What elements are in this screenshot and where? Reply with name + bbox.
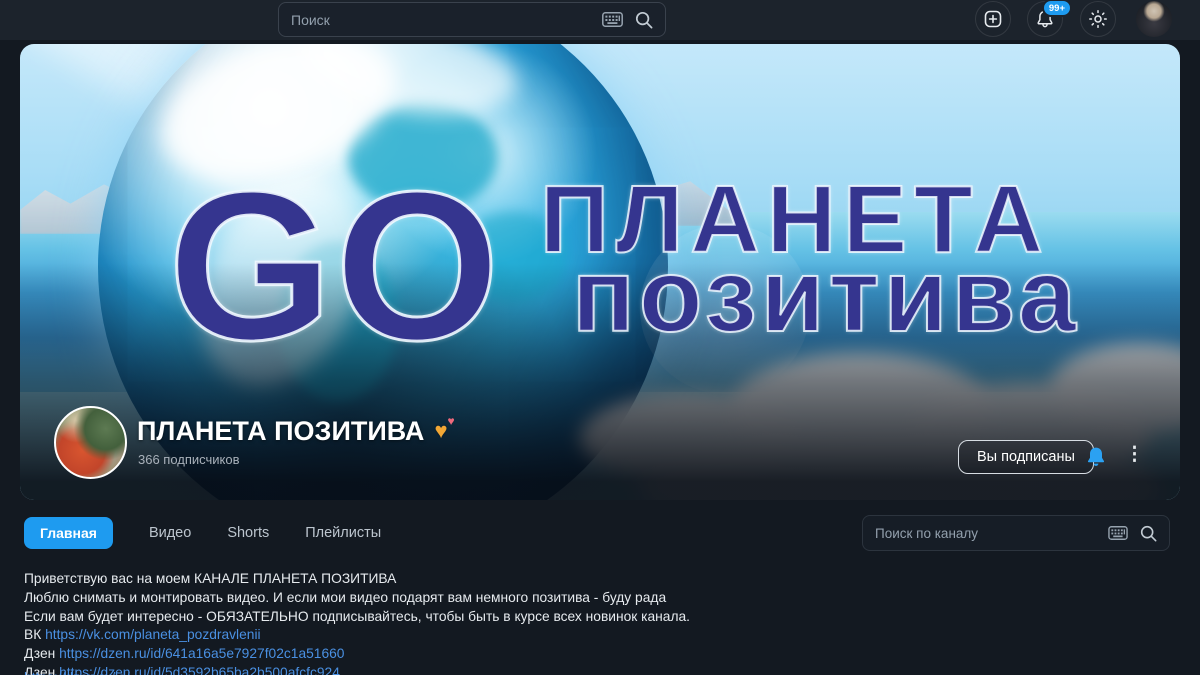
user-avatar[interactable] xyxy=(1136,1,1172,37)
description-line-dzen: Дзен https://dzen.ru/id/641a16a5e7927f02… xyxy=(24,645,690,664)
channel-name-row: ПЛАНЕТА ПОЗИТИВА ♥ ♥ xyxy=(137,413,460,447)
global-search-placeholder: Поиск xyxy=(291,11,330,28)
description-line: Приветствую вас на моем КАНАЛЕ ПЛАНЕТА П… xyxy=(24,571,397,586)
create-plus-icon xyxy=(983,9,1003,29)
dzen-link-1[interactable]: https://dzen.ru/id/641a16a5e7927f02c1a51… xyxy=(59,646,344,661)
channel-avatar[interactable] xyxy=(54,406,127,479)
top-bar: Поиск 99+ xyxy=(0,0,1200,40)
channel-page: Поиск 99+ GO ПЛАНЕТА позитива ПЛАНЕТА ПО… xyxy=(0,0,1200,675)
theme-toggle-button[interactable] xyxy=(1080,1,1116,37)
notifications-badge: 99+ xyxy=(1041,0,1072,18)
channel-search-placeholder: Поиск по каналу xyxy=(875,525,979,541)
dzen-label: Дзен xyxy=(24,646,56,662)
channel-banner: GO ПЛАНЕТА позитива ПЛАНЕТА ПОЗИТИВА ♥ ♥… xyxy=(20,44,1180,500)
description-link-partial[interactable]: https://dzen.ru/id/ xyxy=(24,670,130,675)
channel-menu-button[interactable]: ⋮ xyxy=(1125,443,1144,466)
tab-main[interactable]: Главная xyxy=(24,517,113,549)
tab-shorts[interactable]: Shorts xyxy=(227,525,269,541)
description-line: Люблю снимать и монтировать видео. И есл… xyxy=(24,589,667,605)
channel-notifications-bell-icon[interactable] xyxy=(1084,445,1108,469)
banner-go-text: GO xyxy=(167,147,502,384)
hearts-emoji: ♥ ♥ xyxy=(434,413,455,443)
description-line-vk: ВК https://vk.com/planeta_pozdravlenii xyxy=(24,626,690,645)
tab-videos[interactable]: Видео xyxy=(149,525,191,541)
global-search-input[interactable]: Поиск xyxy=(278,2,666,37)
vk-label: ВК xyxy=(24,627,42,643)
banner-title-bottom: позитива xyxy=(571,238,1080,354)
channel-description: Приветствую вас на моем КАНАЛЕ ПЛАНЕТА П… xyxy=(24,570,690,675)
description-line: Если вам будет интересно - ОБЯЗАТЕЛЬНО п… xyxy=(24,608,691,624)
notifications-button[interactable]: 99+ xyxy=(1027,0,1072,37)
subscriber-count: 366 подписчиков xyxy=(138,452,240,467)
search-icon[interactable] xyxy=(635,11,653,29)
vk-link[interactable]: https://vk.com/planeta_pozdravlenii xyxy=(45,627,261,642)
keyboard-icon[interactable] xyxy=(602,12,623,27)
create-button[interactable] xyxy=(975,1,1011,37)
channel-tabs: Главная Видео Shorts Плейлисты xyxy=(24,515,381,551)
search-icon[interactable] xyxy=(1140,525,1157,542)
channel-name: ПЛАНЕТА ПОЗИТИВА xyxy=(137,416,425,446)
sun-icon xyxy=(1088,9,1108,29)
tab-playlists[interactable]: Плейлисты xyxy=(305,525,381,541)
channel-search-input[interactable]: Поиск по каналу xyxy=(862,515,1170,551)
subscribed-button[interactable]: Вы подписаны xyxy=(958,440,1094,474)
keyboard-icon[interactable] xyxy=(1108,526,1128,540)
